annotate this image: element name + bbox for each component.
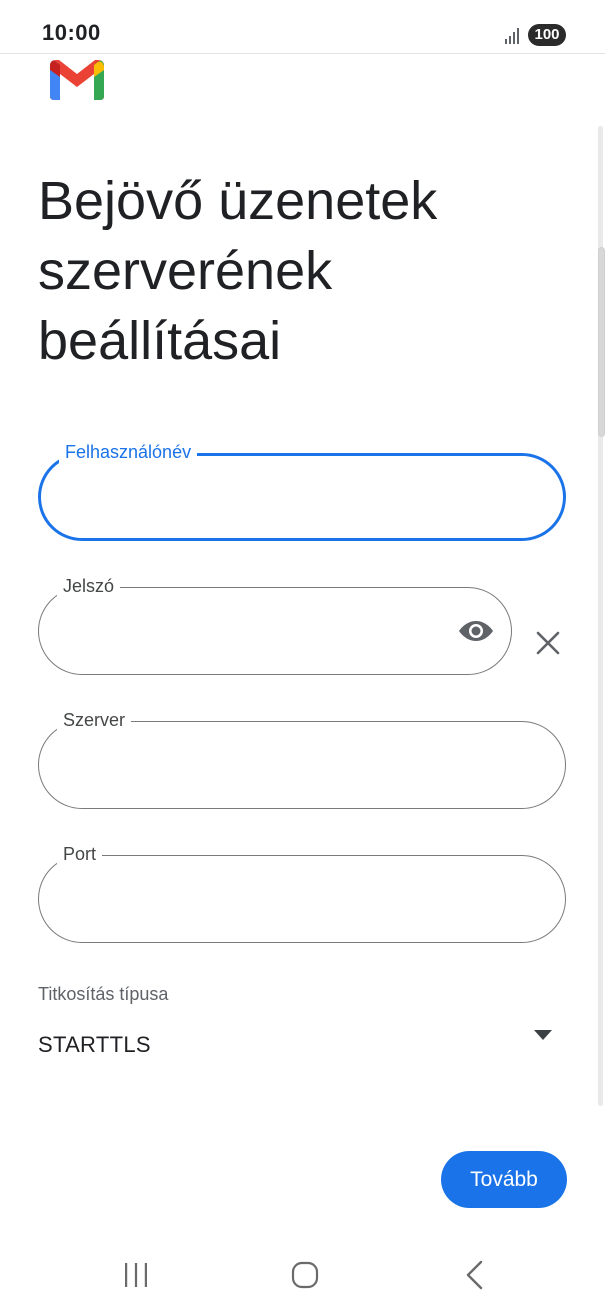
signal-icon — [505, 28, 519, 44]
page-title-line-2: szerverének — [38, 241, 333, 301]
back-icon[interactable] — [464, 1260, 484, 1290]
battery-icon: 100 — [528, 24, 566, 46]
scrollbar-thumb[interactable] — [598, 247, 605, 437]
next-button[interactable]: Tovább — [441, 1151, 567, 1208]
server-field[interactable]: Szerver — [38, 709, 566, 809]
encryption-label: Titkosítás típusa — [38, 984, 169, 1004]
page-title-line-3: beállításai — [38, 311, 282, 371]
server-label: Szerver — [57, 709, 132, 731]
recents-icon[interactable] — [122, 1262, 150, 1288]
port-input[interactable] — [63, 878, 483, 918]
screen: 10:00 100 Bejövő üzenetek szerverének be… — [0, 0, 605, 1312]
password-input[interactable] — [63, 610, 483, 650]
home-icon[interactable] — [291, 1261, 319, 1289]
status-bar: 10:00 100 — [0, 0, 605, 54]
port-field[interactable]: Port — [38, 843, 566, 943]
encryption-value: STARTTLS — [38, 1032, 151, 1057]
gmail-logo-icon — [50, 60, 104, 100]
password-label: Jelszó — [57, 575, 121, 597]
battery-level: 100 — [534, 26, 560, 43]
page-title-line-1: Bejövő üzenetek — [38, 171, 438, 231]
navigation-bar — [0, 1240, 605, 1312]
server-input[interactable] — [63, 744, 483, 784]
page-title: Bejövő üzenetek szerverének beállításai — [38, 166, 578, 376]
eye-icon[interactable] — [458, 616, 494, 646]
username-label: Felhasználónév — [59, 441, 198, 463]
status-time: 10:00 — [42, 20, 101, 45]
username-input[interactable] — [65, 478, 485, 518]
dropdown-arrow-icon — [534, 1030, 552, 1040]
password-field[interactable]: Jelszó — [38, 575, 512, 675]
close-icon[interactable] — [534, 629, 562, 657]
port-label: Port — [57, 843, 103, 865]
username-field[interactable]: Felhasználónév — [38, 441, 566, 541]
encryption-select[interactable]: STARTTLS — [38, 1020, 566, 1072]
